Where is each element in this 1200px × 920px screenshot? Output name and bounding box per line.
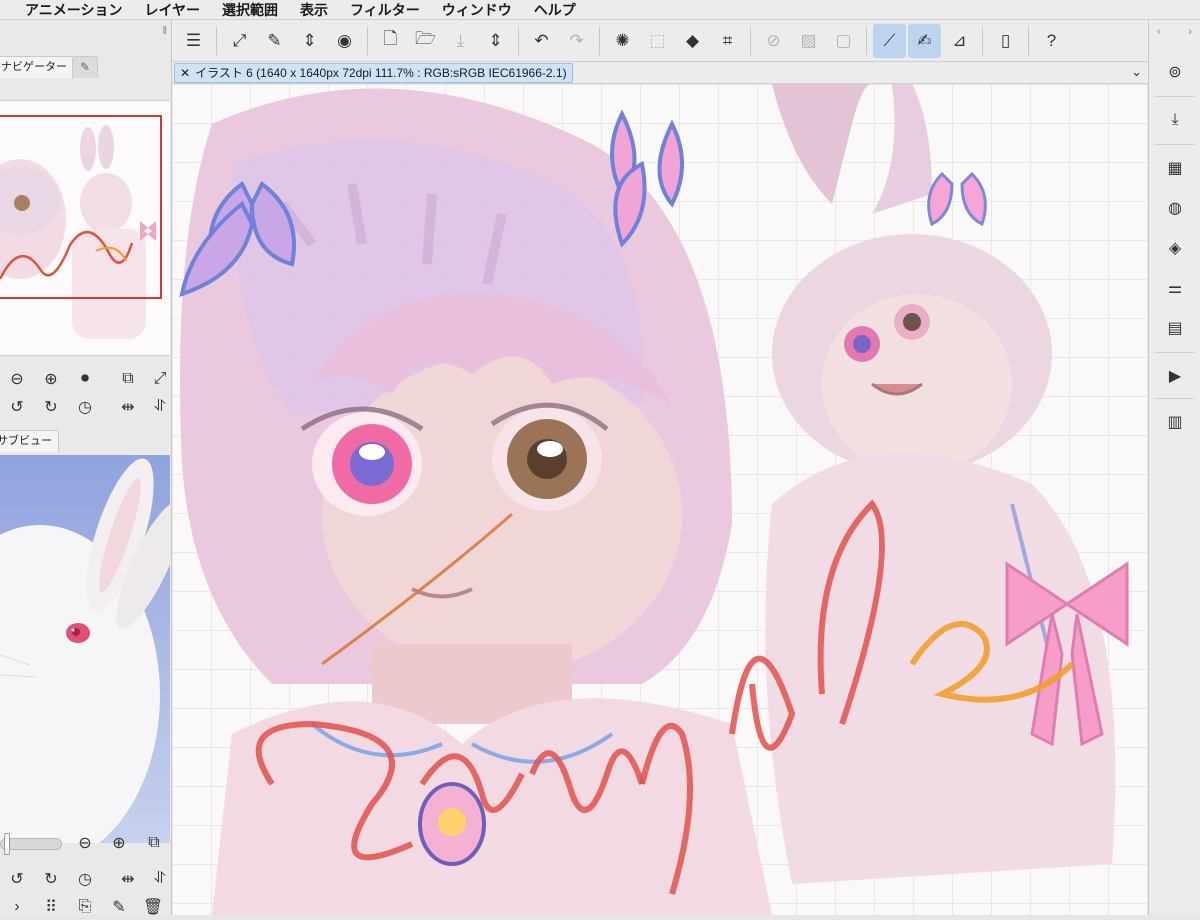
navigator-controls-row2: ↺ ↻ ◷ ⇹ ⥯: [0, 394, 176, 420]
adjust-icon[interactable]: ⚌: [1158, 272, 1192, 304]
command-bar: ☰ ⤢ ✎ ⇕ ◉ 🗋 🗁 ⤓ ⇕ ↶ ↷ ✺ ⬚ ◆ ⌗ ⊘ ▨ ▢ ⟋ ✍ …: [172, 20, 1148, 62]
tone-icon[interactable]: ▨: [792, 24, 825, 58]
right-icon-bar: ‹ › ⊚ ⤓ ▦ ◍ ◈ ⚌ ▤ ▶ ▥: [1148, 20, 1200, 915]
grid-icon[interactable]: ⠿: [34, 895, 68, 919]
subview-reference-image: [0, 455, 170, 843]
zoom-out-icon[interactable]: ⊖: [68, 831, 102, 855]
rotate-left-icon[interactable]: ↺: [0, 395, 34, 419]
menu-icon[interactable]: ☰: [177, 24, 210, 58]
toolbar-divider: [1028, 26, 1029, 55]
subview-preview[interactable]: [0, 455, 170, 843]
help-icon[interactable]: ?: [1035, 24, 1068, 58]
properties-icon[interactable]: ▤: [1158, 312, 1192, 344]
rotate-right-icon[interactable]: ↻: [34, 395, 68, 419]
undo-icon[interactable]: ↶: [525, 24, 558, 58]
redo-icon[interactable]: ↷: [560, 24, 593, 58]
subview-controls-row1: ⊖ ⊕ ⧉: [68, 830, 170, 856]
flip-horizontal-icon[interactable]: ⇹: [112, 867, 144, 891]
menu-item[interactable]: フィルター: [339, 0, 431, 20]
chevron-down-icon[interactable]: ⌄: [1131, 64, 1142, 80]
download-icon[interactable]: ⤓: [1158, 104, 1192, 136]
artwork: [172, 84, 1148, 915]
chevron-right-icon[interactable]: ›: [1188, 26, 1192, 42]
fit-window-icon[interactable]: ⧉: [112, 367, 144, 391]
brush-snap-icon[interactable]: ✍: [908, 23, 941, 58]
zoom-in-icon[interactable]: ⊕: [34, 367, 68, 391]
navigator-preview[interactable]: [0, 100, 170, 356]
toolbar-divider: [982, 26, 983, 55]
animation-icon[interactable]: ▶: [1158, 360, 1192, 392]
select-area-icon[interactable]: ▢: [827, 24, 860, 58]
toolbar-divider: [367, 26, 368, 55]
tab-navigator-label: ナビゲーター: [1, 61, 67, 73]
ruler-snap-icon[interactable]: ⟋: [873, 23, 906, 58]
crop-icon[interactable]: ⌗: [711, 24, 744, 58]
menu-item[interactable]: 選択範囲: [211, 0, 289, 20]
menu-item[interactable]: レイヤー: [133, 0, 211, 20]
zoom-in-icon[interactable]: ⊕: [102, 831, 136, 855]
fit-icon[interactable]: ⧉: [138, 831, 170, 855]
layers-icon[interactable]: ◈: [1158, 232, 1192, 264]
menu-item[interactable]: アニメーション: [14, 0, 133, 20]
color-circle-icon[interactable]: ◍: [1158, 192, 1192, 224]
timeline-icon[interactable]: ▥: [1158, 406, 1192, 438]
reset-rotation-icon[interactable]: ◷: [68, 867, 102, 891]
right-bar-collapse-controls: ‹ ›: [1149, 20, 1200, 42]
toolbar-divider: [518, 26, 519, 55]
toolbar-divider: [216, 26, 217, 55]
navigator-view-frame[interactable]: [0, 115, 162, 299]
tab-subview[interactable]: サブビュー: [0, 430, 59, 452]
next-icon[interactable]: ›: [0, 895, 34, 919]
toolbar-divider: [866, 26, 867, 55]
fill-icon[interactable]: ◆: [676, 24, 709, 58]
pen-icon: ✎: [79, 60, 91, 74]
navigator-controls-row1: ⊖ ⊕ ⏺ ⧉ ⤢: [0, 366, 176, 392]
left-panel: ‖ ナビゲーター ✎ ⊖ ⊕ ⏺ ⧉ ⤢ ↺ ↻ ◷ ⇹ ⥯ サブビュー ⊖ ⊕…: [0, 20, 172, 916]
loading-icon[interactable]: ✺: [606, 24, 639, 58]
menu-item[interactable]: ウィンドウ: [431, 0, 523, 20]
csp-logo-icon[interactable]: ◉: [328, 24, 361, 58]
deselect-icon[interactable]: ⊘: [757, 24, 790, 58]
updown-icon[interactable]: ⇕: [479, 24, 512, 58]
save-icon[interactable]: ⤓: [444, 24, 477, 58]
toolbar-divider: [750, 26, 751, 55]
tab-brush[interactable]: ✎: [72, 56, 98, 78]
toolbar-divider: [599, 26, 600, 55]
grip-icon[interactable]: ‖: [162, 25, 167, 37]
flip-horizontal-icon[interactable]: ⇹: [112, 395, 144, 419]
document-tab[interactable]: ✕ イラスト 6 (1640 x 1640px 72dpi 111.7% : R…: [174, 63, 573, 83]
zoom-out-icon[interactable]: ⊖: [0, 367, 34, 391]
updown-icon[interactable]: ⇕: [293, 24, 326, 58]
document-tab-title: イラスト 6 (1640 x 1640px 72dpi 111.7% : RGB…: [195, 66, 567, 80]
drawing-canvas[interactable]: [172, 84, 1148, 915]
menu-item[interactable]: ヘルプ: [523, 0, 587, 20]
chevron-left-icon[interactable]: ‹: [1157, 26, 1161, 42]
edit-settings-icon[interactable]: ✎: [258, 24, 291, 58]
menu-item[interactable]: 表示: [289, 0, 339, 20]
open-folder-icon[interactable]: 🗁: [409, 24, 442, 58]
new-file-icon[interactable]: 🗋: [374, 24, 407, 58]
color-set-icon[interactable]: ▦: [1158, 152, 1192, 184]
rotate-right-icon[interactable]: ↻: [34, 867, 68, 891]
import-icon[interactable]: ⎘: [68, 895, 102, 919]
menu-bar: アニメーション レイヤー 選択範囲 表示 フィルター ウィンドウ ヘルプ: [0, 0, 1200, 20]
subview-zoom-slider-thumb[interactable]: [4, 833, 10, 855]
resize-icon[interactable]: ⤢: [223, 24, 256, 58]
close-icon[interactable]: ✕: [180, 64, 190, 82]
subview-controls-row2: ↺ ↻ ◷ ⇹ ⥯: [0, 866, 176, 892]
select-dim-icon[interactable]: ⬚: [641, 24, 674, 58]
reset-rotation-icon[interactable]: ◷: [68, 395, 102, 419]
navigator-icon[interactable]: ⊚: [1158, 56, 1192, 88]
trash-icon[interactable]: 🗑: [136, 895, 170, 919]
rotate-left-icon[interactable]: ↺: [0, 867, 34, 891]
special-ruler-snap-icon[interactable]: ⊿: [943, 24, 976, 58]
device-icon[interactable]: ▯: [989, 24, 1022, 58]
tab-navigator[interactable]: ナビゲーター: [0, 56, 74, 78]
tab-subview-label: サブビュー: [0, 435, 52, 447]
document-tab-bar: ✕ イラスト 6 (1640 x 1640px 72dpi 111.7% : R…: [172, 62, 1148, 84]
edit-icon[interactable]: ✎: [102, 895, 136, 919]
subview-controls-row3: › ⠿ ⎘ ✎ 🗑: [0, 894, 170, 920]
stop-icon[interactable]: ⏺: [68, 367, 102, 391]
left-panel-collapse-bar[interactable]: ‖: [0, 20, 171, 42]
